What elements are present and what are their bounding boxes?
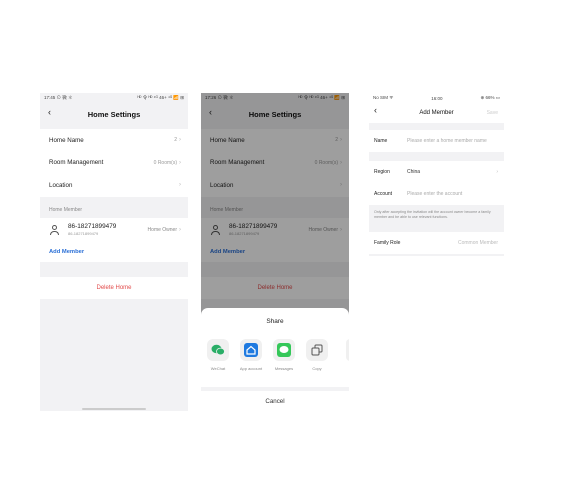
member-row[interactable]: 86-18271899479 86-18271899479 Home Owner… bbox=[40, 218, 188, 242]
delete-home-button[interactable]: Delete Home bbox=[40, 277, 188, 299]
share-options: WeChat App account Messages Copy bbox=[206, 339, 349, 371]
share-title: Share bbox=[266, 318, 284, 325]
share-app-account-label: App account bbox=[239, 366, 263, 371]
empty-area bbox=[369, 256, 504, 411]
status-bar: No SIM ᯤ 16:00 ⊕ 66% ▭ bbox=[369, 93, 504, 103]
chevron-right-icon: › bbox=[496, 169, 498, 175]
add-member-link[interactable]: Add Member bbox=[40, 242, 188, 262]
settings-list: Home Name 2 › Room Management 0 Room(s) › … bbox=[40, 129, 188, 197]
home-name-value: 2 bbox=[174, 137, 177, 144]
member-name: 86-18271899479 bbox=[68, 223, 117, 230]
role-group: Family Role Common Member bbox=[369, 232, 504, 254]
name-label: Name bbox=[374, 138, 388, 144]
member-account: 86-18271899479 bbox=[68, 231, 99, 236]
room-management-label: Room Management bbox=[49, 159, 104, 167]
chevron-right-icon: › bbox=[179, 137, 181, 144]
account-input[interactable]: Please enter the account bbox=[407, 191, 462, 197]
wechat-icon bbox=[207, 339, 229, 361]
page-title: Home Settings bbox=[87, 109, 141, 119]
share-wechat[interactable]: WeChat bbox=[206, 339, 230, 371]
share-messages[interactable]: Messages bbox=[272, 339, 296, 371]
share-wechat-label: WeChat bbox=[210, 366, 226, 371]
region-field[interactable]: Region China › bbox=[369, 161, 504, 183]
save-button[interactable]: Save bbox=[487, 110, 498, 116]
home-icon bbox=[240, 339, 262, 361]
location-label: Location bbox=[49, 181, 73, 189]
account-label: Account bbox=[374, 191, 393, 197]
navbar: ‹ Add Member Save bbox=[369, 103, 504, 123]
more-icon bbox=[346, 339, 349, 361]
page-title: Add Member bbox=[419, 110, 454, 116]
name-field[interactable]: Name Please enter a home member name bbox=[369, 130, 504, 152]
home-name-row[interactable]: Home Name 2 › bbox=[40, 129, 188, 152]
location-row[interactable]: Location › bbox=[40, 174, 188, 197]
name-input[interactable]: Please enter a home member name bbox=[407, 138, 487, 144]
status-icons: ᴴᴰ 令 ᴴᴰ ⁴ᴳ 46+ ⁴ᴳ 📶 ⊞ bbox=[137, 95, 185, 100]
back-arrow-icon[interactable]: ‹ bbox=[374, 105, 377, 115]
family-role-label: Family Role bbox=[374, 240, 401, 246]
messages-icon bbox=[273, 339, 295, 361]
chevron-right-icon: › bbox=[179, 227, 181, 233]
name-group: Name Please enter a home member name bbox=[369, 130, 504, 152]
delete-group: Delete Home bbox=[40, 277, 188, 299]
share-messages-label: Messages bbox=[274, 366, 294, 371]
status-time: 16:00 bbox=[431, 95, 443, 101]
status-icons: ⊕ 66% ▭ bbox=[480, 95, 500, 100]
room-management-row[interactable]: Room Management 0 Room(s) › bbox=[40, 152, 188, 175]
status-time: 17:45 ⊙ 微 ✽ bbox=[44, 95, 73, 100]
copy-icon bbox=[306, 339, 328, 361]
share-app-account[interactable]: App account bbox=[239, 339, 263, 371]
region-label: Region bbox=[374, 169, 390, 175]
navbar: ‹ Home Settings bbox=[40, 106, 188, 122]
region-value: China bbox=[407, 169, 421, 175]
account-field[interactable]: Account Please enter the account bbox=[369, 183, 504, 205]
chevron-right-icon: › bbox=[179, 159, 181, 166]
invitation-note: Only after accepting the invitation will… bbox=[374, 210, 491, 219]
home-settings-screen: 17:45 ⊙ 微 ✽ ᴴᴰ 令 ᴴᴰ ⁴ᴳ 46+ ⁴ᴳ 📶 ⊞ ‹ Home… bbox=[40, 93, 188, 411]
family-role-field[interactable]: Family Role Common Member bbox=[369, 232, 504, 254]
share-more-partial[interactable] bbox=[338, 339, 349, 371]
share-sheet: Share WeChat App account Messages Copy C… bbox=[201, 308, 349, 411]
member-role: Home Owner bbox=[147, 227, 177, 233]
home-member-section-label: Home Member bbox=[49, 207, 83, 213]
add-member-screen: No SIM ᯤ 16:00 ⊕ 66% ▭ ‹ Add Member Save… bbox=[369, 93, 504, 411]
back-arrow-icon[interactable]: ‹ bbox=[48, 107, 51, 117]
account-group: Region China › Account Please enter the … bbox=[369, 161, 504, 205]
status-bar: 17:45 ⊙ 微 ✽ ᴴᴰ 令 ᴴᴰ ⁴ᴳ 46+ ⁴ᴳ 📶 ⊞ bbox=[40, 93, 188, 103]
user-icon bbox=[49, 224, 59, 236]
share-copy-label: Copy bbox=[312, 366, 322, 371]
family-role-value: Common Member bbox=[457, 240, 498, 246]
status-carrier: No SIM ᯤ bbox=[373, 95, 394, 100]
room-management-value: 0 Room(s) bbox=[153, 159, 177, 166]
share-copy[interactable]: Copy bbox=[305, 339, 329, 371]
cancel-button[interactable]: Cancel bbox=[201, 391, 349, 411]
home-settings-share-screen: 17:26 ⊙ 微 ✽ ᴴᴰ 令 ᴴᴰ ⁴ᴳ 46+ ⁴ᴳ 📶 ⊞ ‹ Home… bbox=[201, 93, 349, 411]
member-list: 86-18271899479 86-18271899479 Home Owner… bbox=[40, 218, 188, 262]
chevron-right-icon: › bbox=[179, 182, 181, 189]
home-name-label: Home Name bbox=[49, 136, 84, 144]
home-indicator bbox=[82, 408, 146, 410]
